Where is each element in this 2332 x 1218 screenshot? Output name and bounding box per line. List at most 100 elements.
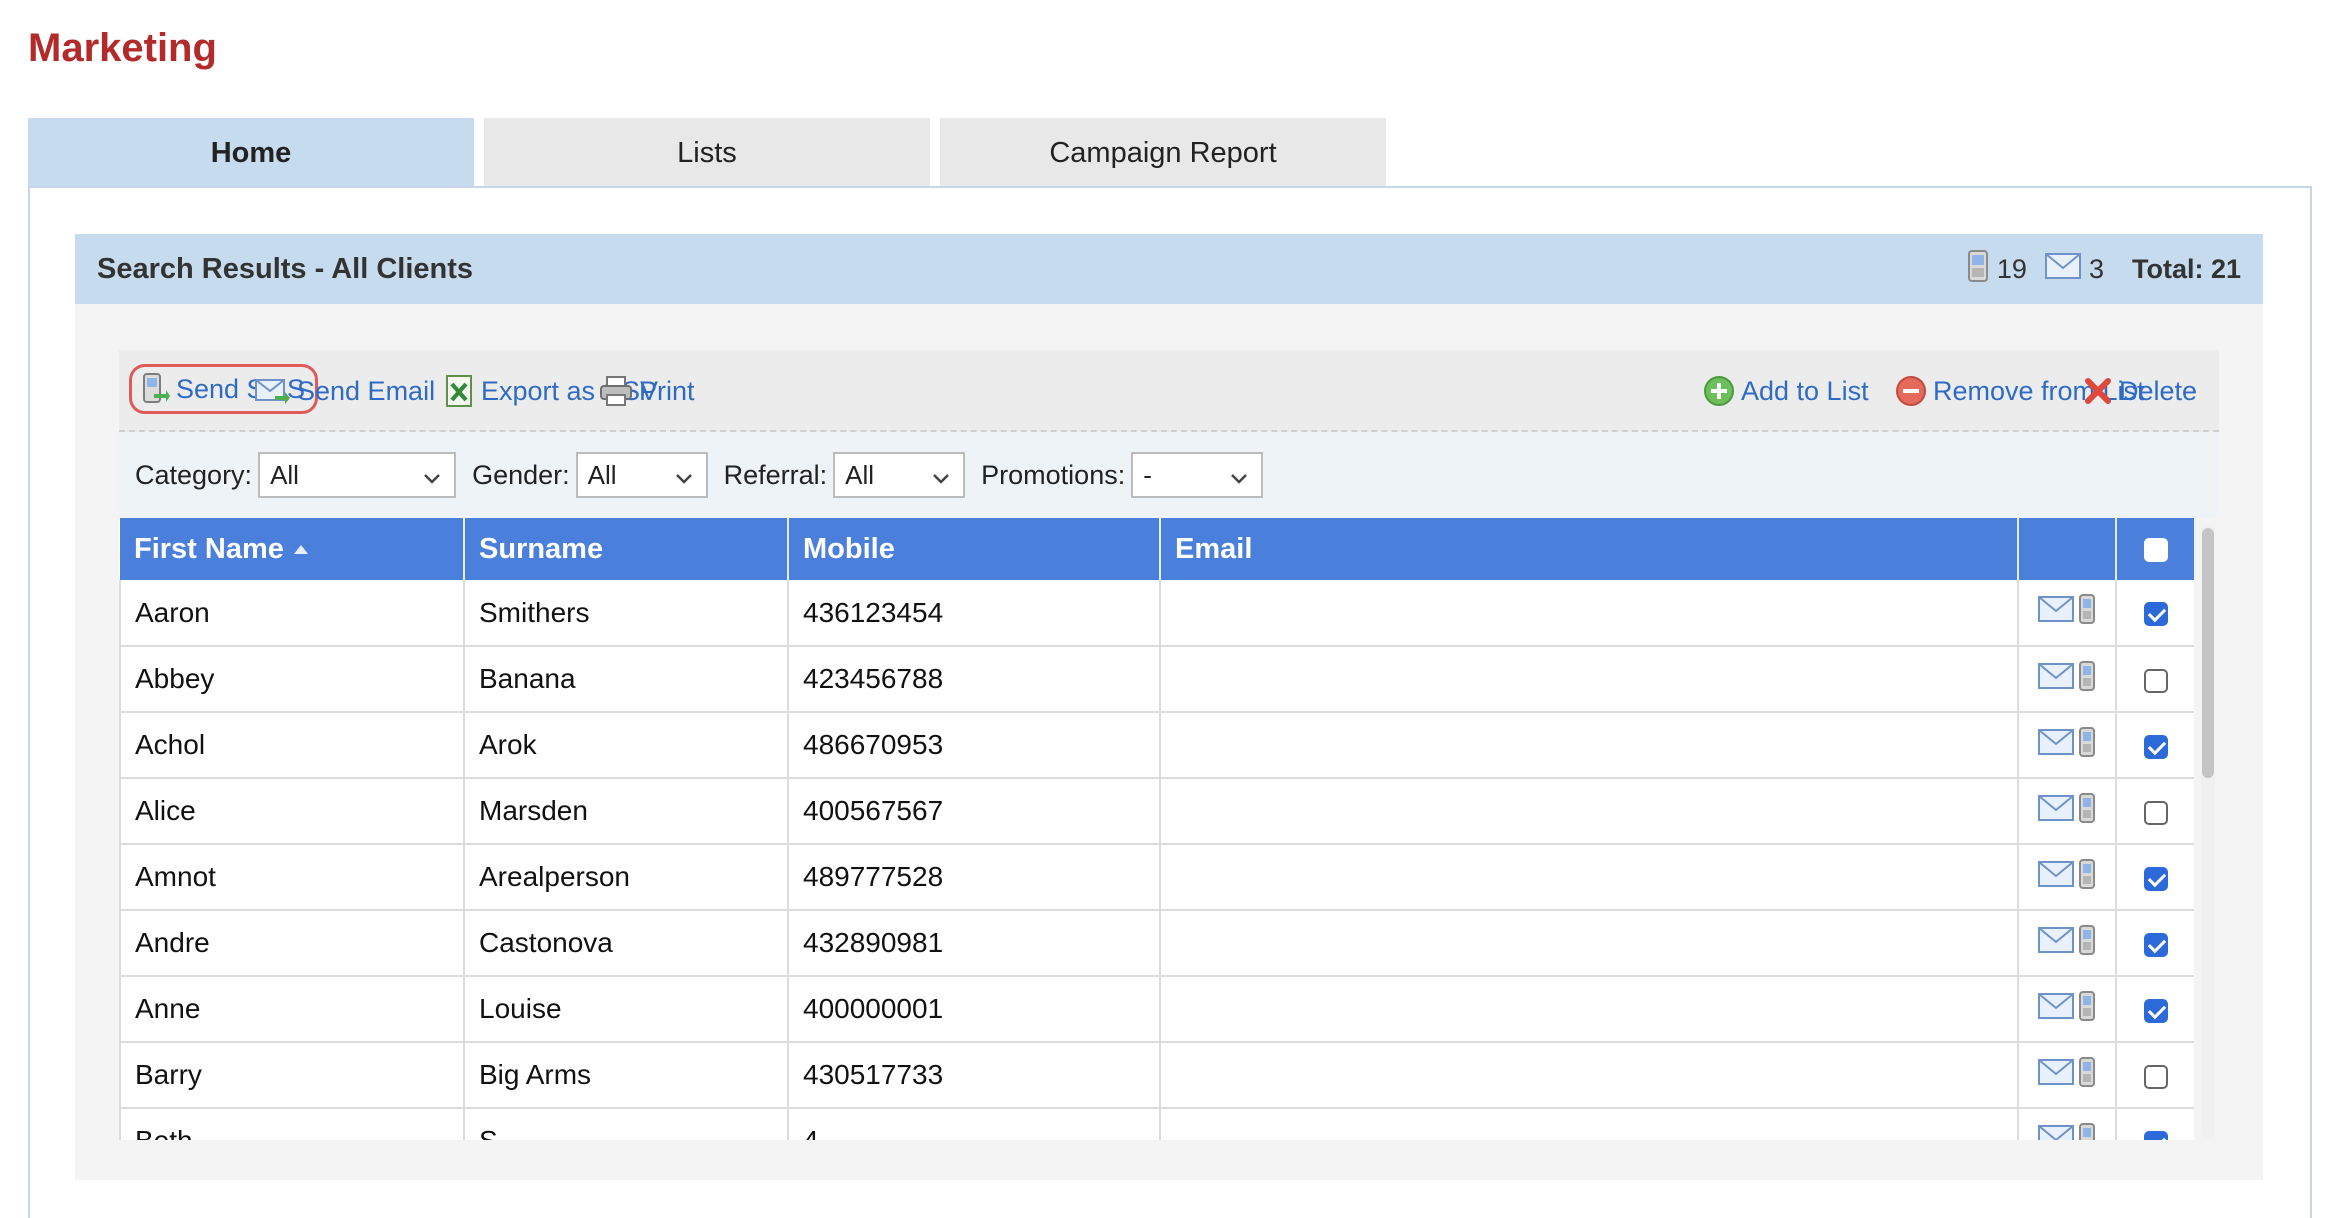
- send-email-label: Send Email: [297, 375, 436, 406]
- surname-cell: Smithers: [464, 580, 789, 647]
- clients-table-viewport: First Name Surname Mobile Email Aaron Smi…: [119, 518, 2194, 1140]
- envelope-icon: [2038, 662, 2074, 696]
- mobile-cell: 400000001: [788, 976, 1161, 1043]
- row-select-cell: [2116, 580, 2194, 647]
- email-cell: [1160, 1042, 2019, 1109]
- sort-ascending-icon: [293, 545, 308, 555]
- row-select-checkbox[interactable]: [2143, 1064, 2168, 1089]
- row-select-cell: [2116, 844, 2194, 911]
- row-select-checkbox[interactable]: [2143, 932, 2168, 957]
- surname-cell: Louise: [464, 976, 789, 1043]
- email-cell: [1160, 580, 2019, 647]
- category-label: Category:: [135, 459, 253, 490]
- envelope-icon: [2038, 860, 2074, 894]
- contact-icons-cell: [2018, 778, 2117, 845]
- first-name-cell: Alice: [119, 778, 465, 845]
- row-select-checkbox[interactable]: [2143, 734, 2168, 759]
- row-select-checkbox[interactable]: [2143, 866, 2168, 891]
- contact-icons-cell: [2018, 580, 2117, 647]
- select-all-checkbox[interactable]: [2143, 537, 2168, 562]
- chevron-down-icon: [1229, 464, 1249, 495]
- select-all-cell: [2116, 518, 2194, 580]
- gender-value: All: [587, 459, 617, 490]
- chevron-down-icon: [422, 464, 442, 495]
- mobile-phone-icon: [1967, 249, 1989, 290]
- printer-icon: [599, 375, 633, 407]
- envelope-icon: [2038, 728, 2074, 762]
- surname-cell: Arealperson: [464, 844, 789, 911]
- row-select-checkbox[interactable]: [2143, 1130, 2168, 1140]
- search-results-header: Search Results - All Clients 19 3 Total:…: [75, 234, 2263, 304]
- email-count: 3: [2088, 253, 2104, 284]
- contact-icons-cell: [2018, 1042, 2117, 1109]
- row-select-checkbox[interactable]: [2143, 998, 2168, 1023]
- print-button[interactable]: Print: [599, 350, 695, 432]
- table-row[interactable]: Aaron Smithers 436123454: [119, 580, 2194, 647]
- mobile-phone-icon: [2078, 1056, 2096, 1095]
- first-name-cell: Aaron: [119, 580, 465, 647]
- mobile-cell: 430517733: [788, 1042, 1161, 1109]
- email-cell: [1160, 976, 2019, 1043]
- search-results-section: Search Results - All Clients 19 3 Total:…: [75, 234, 2263, 1180]
- action-toolbar: Send SMS Send Email Export as CSV Print: [119, 350, 2219, 432]
- envelope-icon: [2038, 794, 2074, 828]
- row-select-checkbox[interactable]: [2143, 668, 2168, 693]
- first-name-cell: Anne: [119, 976, 465, 1043]
- table-row[interactable]: Achol Arok 486670953: [119, 712, 2194, 779]
- tab-lists[interactable]: Lists: [484, 118, 930, 188]
- row-select-cell: [2116, 778, 2194, 845]
- first-name-cell: Barry: [119, 1042, 465, 1109]
- referral-select[interactable]: All: [833, 452, 966, 498]
- add-to-list-button[interactable]: Add to List: [1703, 350, 1869, 432]
- scrollbar-thumb[interactable]: [2202, 528, 2214, 778]
- table-row[interactable]: Alice Marsden 400567567: [119, 778, 2194, 845]
- table-row[interactable]: Amnot Arealperson 489777528: [119, 844, 2194, 911]
- promotions-select[interactable]: -: [1131, 452, 1264, 498]
- mobile-cell: 486670953: [788, 712, 1161, 779]
- mobile-cell: 489777528: [788, 844, 1161, 911]
- surname-cell: S: [464, 1108, 789, 1140]
- row-select-cell: [2116, 976, 2194, 1043]
- tab-home[interactable]: Home: [28, 118, 474, 188]
- promotions-label: Promotions:: [981, 459, 1126, 490]
- table-row[interactable]: Abbey Banana 423456788: [119, 646, 2194, 713]
- table-row[interactable]: Anne Louise 400000001: [119, 976, 2194, 1043]
- email-column-header[interactable]: Email: [1160, 518, 2019, 580]
- total-count: Total: 21: [2131, 253, 2241, 284]
- row-select-checkbox[interactable]: [2143, 800, 2168, 825]
- table-row[interactable]: Barry Big Arms 430517733: [119, 1042, 2194, 1109]
- mobile-phone-icon: [2078, 593, 2096, 632]
- table-row[interactable]: BethS4: [119, 1108, 2194, 1140]
- chevron-down-icon: [931, 464, 951, 495]
- mobile-column-header[interactable]: Mobile: [788, 518, 1161, 580]
- mobile-cell: 423456788: [788, 646, 1161, 713]
- table-row[interactable]: Andre Castonova 432890981: [119, 910, 2194, 977]
- contact-icons-column-header: [2018, 518, 2117, 580]
- email-cell: [1160, 1108, 2019, 1140]
- mobile-phone-icon: [2078, 924, 2096, 963]
- delete-button[interactable]: Delete: [2083, 350, 2197, 432]
- filter-bar: Category: All Gender: All Referral: All …: [119, 432, 2219, 518]
- page-title: Marketing: [28, 26, 217, 70]
- surname-cell: Big Arms: [464, 1042, 789, 1109]
- email-cell: [1160, 910, 2019, 977]
- table-scrollbar[interactable]: [2201, 524, 2215, 1140]
- contact-icons-cell: [2018, 976, 2117, 1043]
- sms-send-icon: [140, 372, 170, 406]
- first-name-cell: Amnot: [119, 844, 465, 911]
- email-send-icon: [255, 376, 291, 406]
- surname-column-header[interactable]: Surname: [464, 518, 789, 580]
- row-select-cell: [2116, 712, 2194, 779]
- category-select[interactable]: All: [258, 452, 457, 498]
- send-email-button[interactable]: Send Email: [255, 350, 435, 432]
- email-cell: [1160, 712, 2019, 779]
- contact-icons-cell: [2018, 1108, 2117, 1140]
- first-name-column-header[interactable]: First Name: [120, 518, 465, 580]
- surname-cell: Banana: [464, 646, 789, 713]
- tab-campaign-report[interactable]: Campaign Report: [940, 118, 1386, 188]
- chevron-down-icon: [674, 464, 694, 495]
- delete-x-icon: [2083, 376, 2113, 406]
- gender-select[interactable]: All: [575, 452, 708, 498]
- row-select-cell: [2116, 1042, 2194, 1109]
- row-select-checkbox[interactable]: [2143, 602, 2168, 627]
